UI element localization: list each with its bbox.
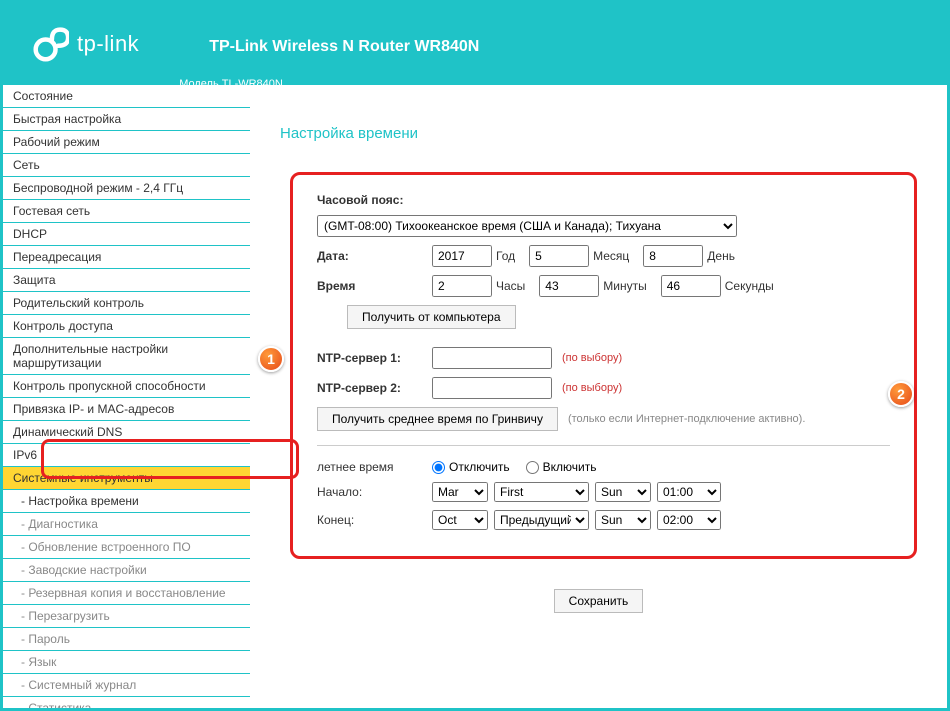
sidebar-item-1[interactable]: Быстрая настройка <box>3 108 250 131</box>
dst-label: летнее время <box>317 460 432 474</box>
get-from-pc-button[interactable]: Получить от компьютера <box>347 305 516 329</box>
ntp1-label: NTP-сервер 1: <box>317 351 432 365</box>
sidebar-item-18[interactable]: - Диагностика <box>3 513 250 536</box>
dst-off-label: Отключить <box>449 460 510 474</box>
annotation-badge-2: 2 <box>888 381 914 407</box>
sidebar-item-20[interactable]: - Заводские настройки <box>3 559 250 582</box>
start-day-select[interactable]: Sun <box>595 482 651 502</box>
start-month-select[interactable]: Mar <box>432 482 488 502</box>
end-month-select[interactable]: Oct <box>432 510 488 530</box>
sidebar-item-4[interactable]: Беспроводной режим - 2,4 ГГц <box>3 177 250 200</box>
second-unit: Секунды <box>725 279 774 293</box>
sidebar-item-8[interactable]: Защита <box>3 269 250 292</box>
brand-logo: tp-link <box>33 26 139 62</box>
year-input[interactable] <box>432 245 492 267</box>
sidebar-item-16[interactable]: Системные инструменты <box>3 467 250 490</box>
sidebar-item-21[interactable]: - Резервная копия и восстановление <box>3 582 250 605</box>
minute-input[interactable] <box>539 275 599 297</box>
header-title: TP-Link Wireless N Router WR840N Модель … <box>179 0 509 90</box>
sidebar-item-7[interactable]: Переадресация <box>3 246 250 269</box>
dst-off-radio[interactable] <box>432 461 445 474</box>
day-unit: День <box>707 249 735 263</box>
sidebar-item-17[interactable]: - Настройка времени <box>3 490 250 513</box>
time-label: Время <box>317 279 432 293</box>
sidebar-item-6[interactable]: DHCP <box>3 223 250 246</box>
second-input[interactable] <box>661 275 721 297</box>
sidebar-item-24[interactable]: - Язык <box>3 651 250 674</box>
hour-input[interactable] <box>432 275 492 297</box>
hour-unit: Часы <box>496 279 525 293</box>
ntp1-input[interactable] <box>432 347 552 369</box>
sidebar-item-2[interactable]: Рабочий режим <box>3 131 250 154</box>
sidebar: СостояниеБыстрая настройкаРабочий режимС… <box>3 85 250 708</box>
sidebar-item-22[interactable]: - Перезагрузить <box>3 605 250 628</box>
ntp2-input[interactable] <box>432 377 552 399</box>
brand-text: tp-link <box>77 31 139 57</box>
annotation-badge-1: 1 <box>258 346 284 372</box>
sidebar-item-9[interactable]: Родительский контроль <box>3 292 250 315</box>
sidebar-item-12[interactable]: Контроль пропускной способности <box>3 375 250 398</box>
sidebar-item-5[interactable]: Гостевая сеть <box>3 200 250 223</box>
sidebar-item-23[interactable]: - Пароль <box>3 628 250 651</box>
gmt-hint: (только если Интернет-подключение активн… <box>568 413 805 425</box>
save-button[interactable]: Сохранить <box>554 589 644 613</box>
year-unit: Год <box>496 249 515 263</box>
dst-end-label: Конец: <box>317 513 432 527</box>
time-settings-form: Часовой пояс: (GMT-08:00) Тихоокеанское … <box>290 172 917 559</box>
end-day-select[interactable]: Sun <box>595 510 651 530</box>
tplink-logo-icon <box>33 26 69 62</box>
sidebar-item-13[interactable]: Привязка IP- и MAC-адресов <box>3 398 250 421</box>
sidebar-item-15[interactable]: IPv6 <box>3 444 250 467</box>
timezone-label: Часовой пояс: <box>317 193 432 207</box>
dst-start-label: Начало: <box>317 485 432 499</box>
sidebar-item-14[interactable]: Динамический DNS <box>3 421 250 444</box>
dst-on-label: Включить <box>543 460 597 474</box>
start-week-select[interactable]: First <box>494 482 589 502</box>
separator <box>317 445 890 446</box>
product-title: TP-Link Wireless N Router WR840N <box>179 0 509 76</box>
end-time-select[interactable]: 02:00 <box>657 510 721 530</box>
sidebar-item-25[interactable]: - Системный журнал <box>3 674 250 697</box>
sidebar-item-26[interactable]: - Статистика <box>3 697 250 708</box>
month-unit: Месяц <box>593 249 629 263</box>
ntp2-label: NTP-сервер 2: <box>317 381 432 395</box>
ntp2-hint: (по выбору) <box>562 382 622 394</box>
get-gmt-button[interactable]: Получить среднее время по Гринвичу <box>317 407 558 431</box>
start-time-select[interactable]: 01:00 <box>657 482 721 502</box>
minute-unit: Минуты <box>603 279 646 293</box>
sidebar-item-11[interactable]: Дополнительные настройки маршрутизации <box>3 338 250 375</box>
sidebar-item-3[interactable]: Сеть <box>3 154 250 177</box>
header: tp-link TP-Link Wireless N Router WR840N… <box>3 3 947 85</box>
ntp1-hint: (по выбору) <box>562 352 622 364</box>
dst-on-radio[interactable] <box>526 461 539 474</box>
date-label: Дата: <box>317 249 432 263</box>
main-content: Настройка времени Часовой пояс: (GMT-08:… <box>250 85 947 708</box>
sidebar-item-10[interactable]: Контроль доступа <box>3 315 250 338</box>
page-title: Настройка времени <box>280 125 917 142</box>
end-week-select[interactable]: Предыдущий <box>494 510 589 530</box>
day-input[interactable] <box>643 245 703 267</box>
sidebar-item-0[interactable]: Состояние <box>3 85 250 108</box>
sidebar-item-19[interactable]: - Обновление встроенного ПО <box>3 536 250 559</box>
timezone-select[interactable]: (GMT-08:00) Тихоокеанское время (США и К… <box>317 215 737 237</box>
month-input[interactable] <box>529 245 589 267</box>
